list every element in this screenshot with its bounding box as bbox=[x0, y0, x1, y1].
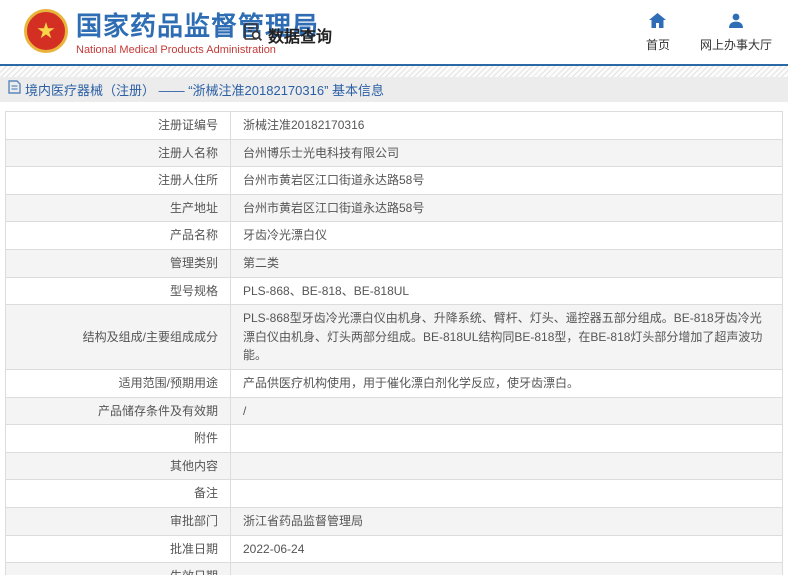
table-row: 注册证编号 浙械注准20182170316 bbox=[5, 111, 783, 140]
doc-search-icon bbox=[243, 22, 263, 47]
row-value: 2022-06-24 bbox=[230, 534, 783, 564]
row-label: 结构及组成/主要组成成分 bbox=[5, 304, 231, 370]
row-value: 牙齿冷光漂白仪 bbox=[230, 221, 783, 250]
row-label: 附件 bbox=[5, 424, 231, 453]
home-icon bbox=[649, 13, 667, 33]
row-label: 批准日期 bbox=[5, 534, 231, 564]
table-row: 生效日期 bbox=[5, 562, 783, 575]
table-row: 注册人名称 台州博乐士光电科技有限公司 bbox=[5, 138, 783, 168]
row-value: PLS-868型牙齿冷光漂白仪由机身、升降系统、臂杆、灯头、遥控器五部分组成。B… bbox=[230, 304, 783, 370]
table-row: 其他内容 bbox=[5, 451, 783, 481]
row-value bbox=[230, 479, 783, 508]
table-row: 管理类别 第二类 bbox=[5, 248, 783, 278]
row-value: 台州市黄岩区江口街道永达路58号 bbox=[230, 193, 783, 223]
row-label: 注册人住所 bbox=[5, 166, 231, 195]
star-icon: ★ bbox=[36, 18, 56, 43]
header: ★ 国家药品监督管理局 National Medical Products Ad… bbox=[0, 0, 788, 66]
table-row: 产品名称 牙齿冷光漂白仪 bbox=[5, 221, 783, 250]
breadcrumb-text: 境内医疗器械（注册） —— “浙械注准20182170316” 基本信息 bbox=[25, 83, 385, 98]
row-label: 生效日期 bbox=[5, 562, 231, 575]
registration-info-table: 注册证编号 浙械注准20182170316 注册人名称 台州博乐士光电科技有限公… bbox=[5, 111, 783, 575]
table-row: 生产地址 台州市黄岩区江口街道永达路58号 bbox=[5, 193, 783, 223]
row-label: 注册证编号 bbox=[5, 111, 231, 140]
row-label: 型号规格 bbox=[5, 276, 231, 306]
row-value: 台州博乐士光电科技有限公司 bbox=[230, 138, 783, 168]
table-row: 产品储存条件及有效期 / bbox=[5, 396, 783, 426]
row-value: 浙械注准20182170316 bbox=[230, 111, 783, 140]
header-nav: 首页 网上办事大厅 bbox=[646, 13, 772, 53]
table-row: 型号规格 PLS-868、BE-818、BE-818UL bbox=[5, 276, 783, 306]
row-label: 产品储存条件及有效期 bbox=[5, 396, 231, 426]
row-label: 管理类别 bbox=[5, 248, 231, 278]
table-row: 批准日期 2022-06-24 bbox=[5, 534, 783, 564]
document-icon bbox=[8, 80, 21, 99]
nav-service-hall[interactable]: 网上办事大厅 bbox=[700, 13, 772, 53]
row-value: 台州市黄岩区江口街道永达路58号 bbox=[230, 166, 783, 195]
row-label: 备注 bbox=[5, 479, 231, 508]
user-icon bbox=[728, 13, 744, 33]
table-row: 结构及组成/主要组成成分 PLS-868型牙齿冷光漂白仪由机身、升降系统、臂杆、… bbox=[5, 304, 783, 370]
nav-home[interactable]: 首页 bbox=[646, 13, 670, 53]
nav-service-hall-label: 网上办事大厅 bbox=[699, 38, 772, 52]
row-value: 第二类 bbox=[230, 248, 783, 278]
table-row: 备注 bbox=[5, 479, 783, 508]
row-value: 浙江省药品监督管理局 bbox=[230, 506, 783, 536]
table-row: 审批部门 浙江省药品监督管理局 bbox=[5, 506, 783, 536]
table-row: 注册人住所 台州市黄岩区江口街道永达路58号 bbox=[5, 166, 783, 195]
row-label: 生产地址 bbox=[5, 193, 231, 223]
breadcrumb: 境内医疗器械（注册） —— “浙械注准20182170316” 基本信息 bbox=[0, 77, 788, 102]
data-query-label: 数据查询 bbox=[268, 28, 333, 46]
data-query-section[interactable]: 数据查询 bbox=[243, 22, 332, 47]
row-value bbox=[230, 451, 783, 481]
row-value bbox=[230, 562, 783, 575]
national-emblem-logo: ★ bbox=[24, 9, 68, 53]
table-row: 附件 bbox=[5, 424, 783, 453]
nav-home-label: 首页 bbox=[645, 38, 670, 52]
spacer bbox=[0, 102, 788, 111]
row-value bbox=[230, 424, 783, 453]
row-label: 适用范围/预期用途 bbox=[5, 368, 231, 398]
row-label: 产品名称 bbox=[5, 221, 231, 250]
row-value: PLS-868、BE-818、BE-818UL bbox=[230, 276, 783, 306]
row-label: 其他内容 bbox=[5, 451, 231, 481]
row-label: 注册人名称 bbox=[5, 138, 231, 168]
table-row: 适用范围/预期用途 产品供医疗机构使用，用于催化漂白剂化学反应，使牙齿漂白。 bbox=[5, 368, 783, 398]
row-label: 审批部门 bbox=[5, 506, 231, 536]
hatch-strip bbox=[0, 66, 788, 77]
row-value: / bbox=[230, 396, 783, 426]
row-value: 产品供医疗机构使用，用于催化漂白剂化学反应，使牙齿漂白。 bbox=[230, 368, 783, 398]
